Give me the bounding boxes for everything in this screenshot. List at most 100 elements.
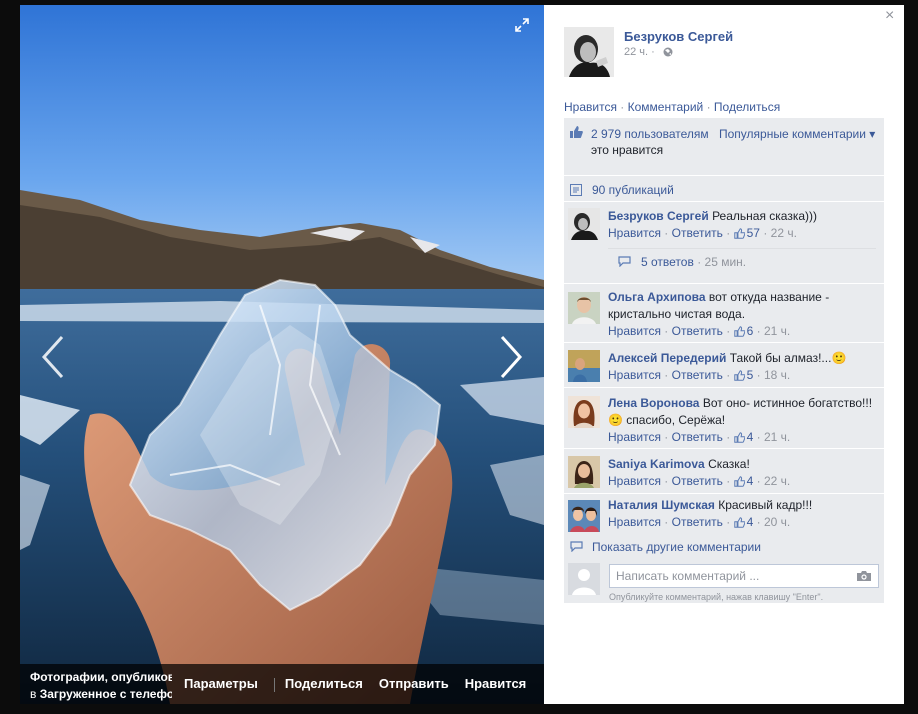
reply-arrow-icon [618,256,631,267]
comment: Алексей Передерий Такой бы алмаз!...🙂 Нр… [564,345,884,388]
divider [273,677,275,692]
comment: Безруков Сергей Реальная сказка))) Нрави… [564,204,884,284]
comment-hint: Опубликуйте комментарий, нажав клавишу "… [609,592,824,602]
comment-time[interactable]: 21 ч. [764,324,790,338]
comment-reply-link[interactable]: Ответить [672,368,723,382]
comment-text: спасибо, Серёжа! [626,413,726,427]
avatar[interactable] [568,456,600,488]
comment-like-count[interactable]: 57 [747,226,760,240]
album-title[interactable]: Фотографии, опубликованные с телефона [30,670,172,684]
avatar[interactable] [568,350,600,382]
comment-like-count[interactable]: 5 [747,368,754,382]
comment-time[interactable]: 20 ч. [764,515,790,529]
comment-meta: Нравится · Ответить · 5 · 18 ч. [608,367,878,386]
more-comments-row[interactable]: Показать другие комментарии [564,537,884,557]
comment-like-link[interactable]: Нравится [608,226,661,240]
like-button[interactable]: Нравится [465,676,527,691]
photo-viewer: Фотографии, опубликованные с телефона в … [20,5,544,704]
smiley-icon: 🙂 [831,351,847,365]
chevron-right-icon[interactable] [496,335,526,379]
thumbs-up-icon [733,369,746,386]
comment-bubble-icon [570,541,583,552]
post-actions: Нравится · Комментарий · Поделиться [564,100,781,114]
comment-like-link[interactable]: Нравится [608,474,661,488]
avatar[interactable] [568,500,600,532]
comment-time[interactable]: 18 ч. [764,368,790,382]
comment-reply-link[interactable]: Ответить [672,474,723,488]
comment-time[interactable]: 22 ч. [771,226,797,240]
comment-reply-link[interactable]: Ответить [672,515,723,529]
photo-image [20,5,544,704]
post-like-link[interactable]: Нравится [564,100,617,114]
avatar[interactable] [568,292,600,324]
comment: Лена Воронова Вот оно- истинное богатств… [564,390,884,449]
comment-author[interactable]: Наталия Шумская [608,498,715,512]
more-comments-link[interactable]: Показать другие комментарии [592,540,761,554]
share-button[interactable]: Поделиться [285,676,363,691]
avatar[interactable] [568,396,600,428]
comment-like-link[interactable]: Нравится [608,430,661,444]
comment-like-count[interactable]: 4 [747,474,754,488]
post-timestamp: 22 ч. · [624,46,655,58]
replies-link[interactable]: 5 ответов [641,255,694,269]
post-author[interactable]: Безруков Сергей [624,29,733,44]
comment-like-count[interactable]: 4 [747,515,754,529]
comment-author[interactable]: Лена Воронова [608,396,699,410]
comment-author[interactable]: Saniya Karimova [608,457,705,471]
thumbs-up-icon [733,227,746,244]
comment-like-link[interactable]: Нравится [608,324,661,338]
smiley-icon: 🙂 [608,413,623,427]
comment-like-count[interactable]: 6 [747,324,754,338]
likes-summary: 2 979 пользователям это нравится Популяр… [564,120,884,176]
album-info: Фотографии, опубликованные с телефона в … [30,669,172,703]
popular-comments-dropdown[interactable]: Популярные комментарии ▾ [719,127,875,141]
album-name[interactable]: Загруженное с телефона [40,687,172,701]
replies-time: 25 мин. [704,255,747,269]
likes-users-link[interactable]: пользователям [624,127,708,141]
comment-meta: Нравится · Ответить · 6 · 21 ч. [608,323,878,342]
shares-link[interactable]: 90 публикаций [592,183,674,197]
options-button[interactable]: Параметры [184,676,258,691]
comment-meta: Нравится · Ответить · 4 · 21 ч. [608,429,878,448]
comment-like-count[interactable]: 4 [747,430,754,444]
chevron-left-icon[interactable] [38,335,68,379]
camera-icon[interactable] [856,570,872,582]
photo-bottom-bar: Фотографии, опубликованные с телефона в … [20,664,544,704]
feedback-box: 2 979 пользователям это нравится Популяр… [564,118,884,603]
comment: Saniya Karimova Сказка! Нравится · Ответ… [564,451,884,494]
comment: Наталия Шумская Красивый кадр!!! Нравитс… [564,496,884,535]
comment-reply-link[interactable]: Ответить [672,226,723,240]
comment-author[interactable]: Ольга Архипова [608,290,706,304]
post-comment-link[interactable]: Комментарий [628,100,704,114]
comment-author[interactable]: Безруков Сергей [608,209,709,223]
comment-reply-link[interactable]: Ответить [672,324,723,338]
thumbs-up-icon [733,475,746,492]
comment-reply-link[interactable]: Ответить [672,430,723,444]
comment-like-link[interactable]: Нравится [608,368,661,382]
comment-text: Сказка! [708,457,750,471]
post-share-link[interactable]: Поделиться [714,100,780,114]
likes-count-link[interactable]: 2 979 [591,127,621,141]
likes-text: 2 979 пользователям это нравится [591,127,709,157]
avatar [568,563,600,595]
photo-actions: Параметры Поделиться Отправить Нравится [184,676,526,692]
comment-time[interactable]: 22 ч. [764,474,790,488]
replies-row[interactable]: 5 ответов · 25 мин. [608,248,876,274]
comment-input[interactable] [609,564,879,588]
avatar[interactable] [564,27,614,77]
globe-icon[interactable] [663,47,673,57]
comment-meta: Нравится · Ответить · 4 · 20 ч. [608,514,878,533]
comment-author[interactable]: Алексей Передерий [608,351,726,365]
comment-like-link[interactable]: Нравится [608,515,661,529]
shares-summary: 90 публикаций [564,178,884,202]
comment-meta: Нравится · Ответить · 4 · 22 ч. [608,473,878,492]
album-prefix: в [30,687,37,701]
close-icon[interactable]: × [885,8,894,24]
comment-text: Вот оно- истинное богатство!!! [702,396,873,410]
send-button[interactable]: Отправить [379,676,449,691]
avatar[interactable] [568,208,600,240]
expand-icon[interactable] [515,18,529,32]
comment-meta: Нравится · Ответить · 57 · 22 ч. [608,225,878,244]
comment-text: Реальная сказка))) [712,209,818,223]
comment-time[interactable]: 21 ч. [764,430,790,444]
